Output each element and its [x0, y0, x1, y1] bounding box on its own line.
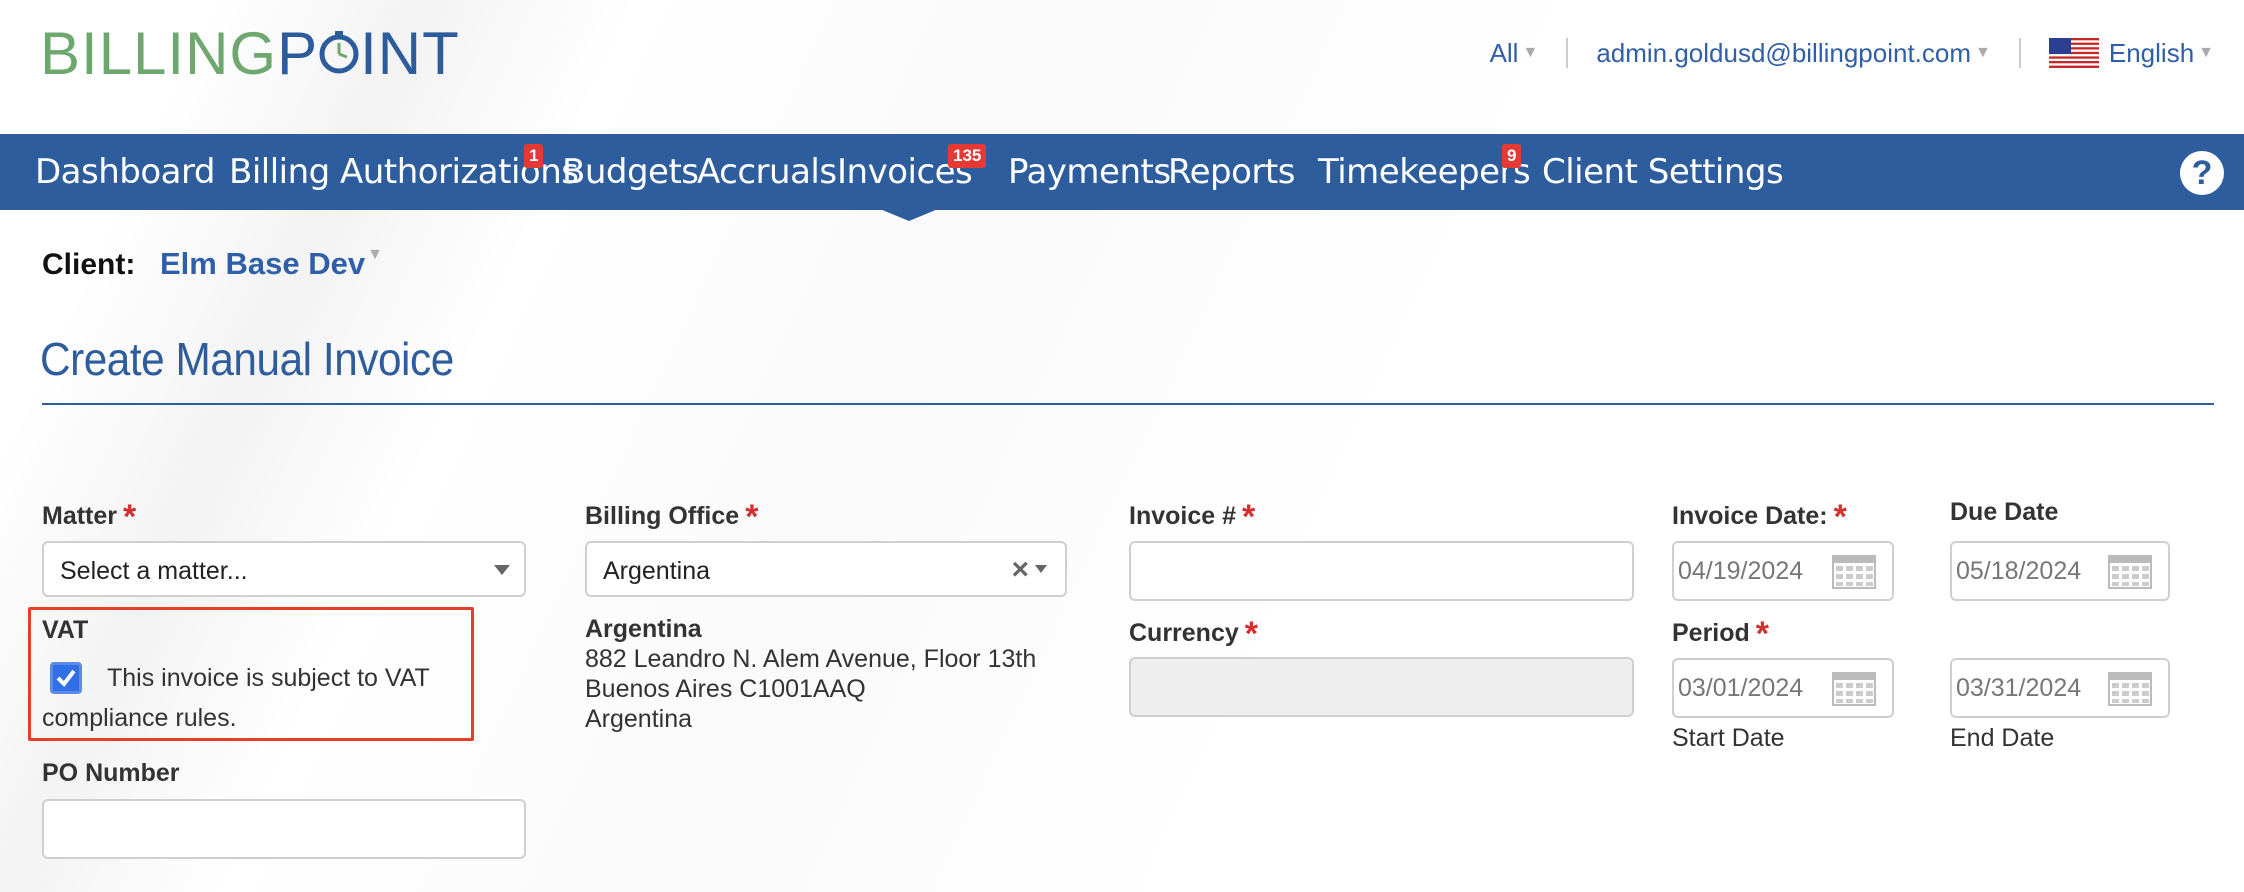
calendar-icon[interactable] [2108, 555, 2152, 589]
chevron-down-icon [1035, 565, 1047, 573]
chevron-down-icon: ▼ [1975, 44, 1991, 61]
period-end-value: 03/31/2024 [1956, 674, 2082, 702]
matter-label: Matter * [42, 498, 137, 536]
vat-checkbox[interactable] [50, 662, 82, 694]
notification-badge: 9 [1502, 144, 1522, 168]
due-date-input[interactable]: 05/18/2024 [1950, 541, 2170, 601]
page-title: Create Manual Invoice [40, 333, 454, 385]
client-label: Client: [42, 248, 136, 281]
billing-office-name: Argentina [585, 615, 702, 643]
invoice-number-input[interactable] [1129, 541, 1634, 601]
clear-icon[interactable]: × [1011, 553, 1029, 587]
logo-p-text: P [277, 20, 319, 87]
vat-text-line1: This invoice is subject to VAT [107, 664, 430, 692]
nav-label: Payments [1008, 152, 1171, 192]
chevron-down-icon: ▼ [2198, 44, 2214, 61]
nav-item-timekeepers[interactable]: Timekeepers [1318, 134, 1531, 210]
invoice-date-value: 04/19/2024 [1678, 557, 1804, 585]
clock-icon [319, 31, 359, 74]
client-selector[interactable]: Elm Base Dev ▼ [160, 246, 383, 282]
nav-label: Reports [1168, 152, 1295, 192]
billing-office-select[interactable]: Argentina × [585, 541, 1067, 597]
required-asterisk: * [1833, 498, 1847, 536]
notification-badge: 135 [948, 144, 987, 168]
nav-item-dashboard[interactable]: Dashboard [35, 134, 215, 210]
calendar-icon[interactable] [1832, 672, 1876, 706]
language-label: English [2108, 37, 2195, 68]
top-header: BILLINGP INT All ▼ admin.goldusd@billingp… [0, 0, 2244, 134]
period-start-input[interactable]: 03/01/2024 [1672, 658, 1894, 718]
main-navbar: Dashboard Billing Authorizations 1 Budge… [0, 134, 2244, 210]
required-asterisk: * [1242, 498, 1256, 536]
nav-label: Dashboard [35, 152, 215, 192]
checkmark-icon [56, 669, 76, 688]
user-email: admin.goldusd@billingpoint.com [1596, 37, 1972, 68]
scope-value: All [1489, 37, 1519, 68]
nav-label: Budgets [562, 152, 699, 192]
client-value: Elm Base Dev [160, 246, 366, 281]
chevron-down-icon [494, 565, 510, 575]
calendar-icon[interactable] [1832, 555, 1876, 589]
active-tab-indicator [880, 209, 938, 221]
period-label: Period * [1672, 615, 1770, 653]
nav-item-client-settings[interactable]: Client Settings [1542, 134, 1784, 210]
header-controls: All ▼ admin.goldusd@billingpoint.com ▼ E… [1490, 36, 2214, 70]
user-menu[interactable]: admin.goldusd@billingpoint.com ▼ [1596, 38, 1991, 69]
nav-item-reports[interactable]: Reports [1168, 134, 1295, 210]
billing-office-address-line1: 882 Leandro N. Alem Avenue, Floor 13th [585, 645, 1037, 673]
required-asterisk: * [1244, 615, 1258, 653]
scope-dropdown[interactable]: All ▼ [1490, 38, 1539, 69]
calendar-icon[interactable] [2108, 672, 2152, 706]
nav-label: Timekeepers [1318, 152, 1531, 192]
matter-placeholder: Select a matter... [60, 557, 248, 585]
period-start-value: 03/01/2024 [1678, 674, 1804, 702]
nav-item-payments[interactable]: Payments [1008, 134, 1171, 210]
matter-select[interactable]: Select a matter... [42, 541, 526, 597]
notification-badge: 1 [524, 144, 544, 168]
nav-item-budgets[interactable]: Budgets [562, 134, 699, 210]
billingpoint-logo[interactable]: BILLINGP INT [40, 22, 460, 86]
chevron-down-icon: ▼ [1522, 44, 1539, 61]
required-asterisk: * [745, 498, 759, 536]
currency-field [1129, 657, 1634, 717]
nav-label: Accruals [697, 152, 837, 192]
due-date-label: Due Date [1950, 498, 2059, 526]
divider [1566, 38, 1569, 68]
due-date-value: 05/18/2024 [1956, 557, 2082, 585]
invoice-number-label: Invoice # * [1129, 498, 1256, 536]
billing-office-value: Argentina [603, 557, 711, 585]
required-asterisk: * [1755, 615, 1770, 653]
vat-text-line2: compliance rules. [42, 704, 237, 732]
period-end-input[interactable]: 03/31/2024 [1950, 658, 2170, 718]
us-flag-icon [2048, 38, 2099, 68]
nav-item-accruals[interactable]: Accruals [697, 134, 837, 210]
chevron-down-icon: ▼ [367, 246, 383, 263]
required-asterisk: * [123, 498, 137, 536]
invoice-date-label: Invoice Date: * [1672, 498, 1847, 536]
language-selector[interactable]: English ▼ [2048, 37, 2214, 69]
billing-office-address-line2: Buenos Aires C1001AAQ [585, 675, 866, 703]
billing-office-label: Billing Office * [585, 498, 759, 536]
vat-label: VAT [42, 616, 89, 644]
currency-label: Currency * [1129, 615, 1258, 653]
divider [2018, 38, 2021, 68]
po-number-input[interactable] [42, 799, 526, 859]
help-icon[interactable]: ? [2180, 151, 2224, 195]
logo-billing-text: BILLING [40, 20, 278, 87]
nav-label: Client Settings [1542, 152, 1784, 192]
title-divider [42, 403, 2214, 405]
po-number-label: PO Number [42, 759, 180, 787]
billing-office-address-line3: Argentina [585, 705, 693, 733]
end-date-label: End Date [1950, 724, 2055, 752]
invoice-date-input[interactable]: 04/19/2024 [1672, 541, 1894, 601]
start-date-label: Start Date [1672, 724, 1785, 752]
logo-int-text: INT [360, 20, 460, 87]
